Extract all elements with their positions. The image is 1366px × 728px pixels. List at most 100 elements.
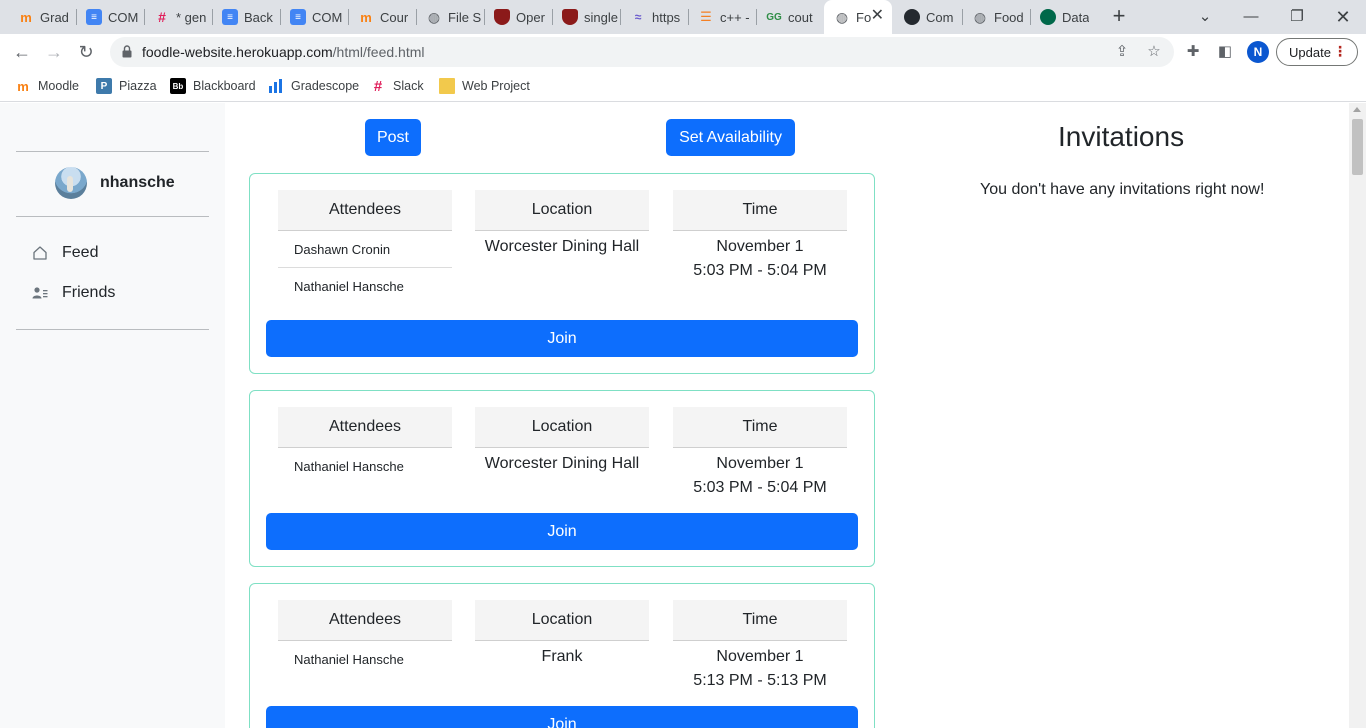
browser-tab[interactable]: ≡ Back: [212, 0, 278, 34]
sidebar: nhansche Feed Friends: [0, 103, 225, 728]
house-icon: [33, 246, 47, 260]
meal-card: Attendees Nathaniel Hansche Location Fra…: [249, 583, 875, 728]
attendees-column: Attendees Nathaniel Hansche: [278, 407, 452, 485]
attendees-column: Attendees Dashawn Cronin Nathaniel Hansc…: [278, 190, 452, 305]
tab-strip: m Grad ≡ COM # * gen ≡ Back ≡ COM m Cour…: [0, 0, 1366, 34]
meal-date: November 1: [716, 455, 804, 472]
globe-icon: ◍: [973, 8, 987, 25]
meal-card: Attendees Nathaniel Hansche Location Wor…: [249, 390, 875, 567]
avatar: [55, 167, 87, 199]
browser-toolbar: ← → ↻ foodle-website.herokuapp.com/html/…: [0, 34, 1366, 70]
bar-chart-icon: [269, 79, 282, 93]
divider: [16, 216, 209, 217]
browser-tab[interactable]: ≈ https: [620, 0, 686, 34]
meal-time-range: 5:03 PM - 5:04 PM: [693, 479, 827, 496]
location-value: Worcester Dining Hall: [484, 238, 640, 255]
sidebar-item-friends[interactable]: Friends: [32, 284, 115, 302]
browser-tab[interactable]: single: [552, 0, 618, 34]
join-button[interactable]: Join: [266, 320, 858, 357]
slack-icon: #: [158, 9, 166, 25]
attendee-name: Nathaniel Hansche: [294, 652, 404, 667]
browser-tab[interactable]: Oper: [484, 0, 550, 34]
blackboard-icon: Bb: [170, 78, 186, 94]
meal-date: November 1: [716, 238, 804, 255]
new-tab-button[interactable]: +: [1108, 5, 1130, 28]
browser-tab[interactable]: GG cout: [756, 0, 822, 34]
tab-search-icon[interactable]: ⌄: [1194, 6, 1216, 28]
minimize-button[interactable]: —: [1240, 6, 1262, 28]
moodle-icon: m: [360, 9, 372, 25]
meal-time-range: 5:03 PM - 5:04 PM: [693, 262, 827, 279]
shield-icon: [494, 9, 510, 25]
reload-icon[interactable]: ↻: [74, 40, 98, 64]
shield-icon: [562, 9, 578, 25]
globe-icon: ◍: [427, 8, 441, 25]
location-value: Worcester Dining Hall: [484, 455, 640, 472]
people-icon: [32, 287, 48, 299]
browser-tab[interactable]: # * gen: [144, 0, 212, 34]
time-column: Time November 1 5:03 PM - 5:04 PM: [673, 190, 847, 283]
page-viewport: nhansche Feed Friends Post Set Availabil…: [0, 103, 1366, 728]
join-button[interactable]: Join: [266, 513, 858, 550]
location-column: Location Frank: [475, 600, 649, 669]
user-profile[interactable]: nhansche: [55, 167, 175, 199]
docs-icon: ≡: [290, 9, 306, 25]
restore-button[interactable]: ❐: [1286, 6, 1308, 28]
globe-icon: ◍: [835, 8, 849, 25]
browser-tab-active[interactable]: ◍ Fo ✕: [824, 0, 892, 34]
profile-avatar[interactable]: N: [1247, 41, 1269, 63]
browser-tab[interactable]: ☰ c++ -: [688, 0, 754, 34]
forward-arrow-icon[interactable]: →: [42, 40, 66, 64]
attendees-column: Attendees Nathaniel Hansche: [278, 600, 452, 678]
scroll-up-icon[interactable]: [1353, 107, 1361, 112]
address-bar[interactable]: foodle-website.herokuapp.com/html/feed.h…: [110, 37, 1174, 67]
attendee-name: Nathaniel Hansche: [294, 279, 404, 294]
divider: [16, 151, 209, 152]
sidebar-item-feed[interactable]: Feed: [32, 244, 98, 262]
star-icon[interactable]: ☆: [1145, 43, 1163, 61]
time-value: November 1 5:03 PM - 5:04 PM: [673, 231, 847, 283]
bookmark-web-project[interactable]: Web Project: [439, 76, 530, 96]
browser-tab[interactable]: ◍ Food: [962, 0, 1028, 34]
browser-tab[interactable]: m Cour: [348, 0, 414, 34]
close-window-button[interactable]: ✕: [1332, 6, 1354, 28]
docs-icon: ≡: [86, 9, 102, 25]
attendee-name: Dashawn Cronin: [278, 231, 452, 268]
bookmark-blackboard[interactable]: Bb Blackboard: [170, 76, 256, 96]
browser-tab[interactable]: Data: [1030, 0, 1096, 34]
location-header: Location: [475, 407, 649, 448]
bookmark-moodle[interactable]: m Moodle: [15, 76, 79, 96]
back-arrow-icon[interactable]: ←: [10, 40, 34, 64]
bookmark-slack[interactable]: # Slack: [370, 76, 424, 96]
share-icon[interactable]: ⇪: [1113, 43, 1131, 61]
stack-icon: ☰: [700, 9, 712, 24]
slack-icon: #: [373, 77, 383, 95]
github-icon: [904, 9, 920, 25]
geeks-icon: GG: [766, 11, 782, 23]
scrollbar-thumb[interactable]: [1352, 119, 1363, 175]
time-value: November 1 5:03 PM - 5:04 PM: [673, 448, 847, 500]
divider: [16, 329, 209, 330]
update-button[interactable]: Update ⋮: [1276, 38, 1358, 66]
location-header: Location: [475, 600, 649, 641]
time-column: Time November 1 5:03 PM - 5:04 PM: [673, 407, 847, 500]
attendees-header: Attendees: [278, 407, 452, 448]
browser-tab[interactable]: ◍ File S: [416, 0, 482, 34]
browser-tab[interactable]: ≡ COM: [76, 0, 142, 34]
location-header: Location: [475, 190, 649, 231]
browser-tab[interactable]: Com: [894, 0, 960, 34]
moodle-icon: m: [17, 78, 29, 94]
post-button[interactable]: Post: [365, 119, 421, 156]
invitations-title: Invitations: [1058, 121, 1185, 152]
close-tab-icon[interactable]: ✕: [871, 8, 884, 24]
bookmark-gradescope[interactable]: Gradescope: [268, 76, 359, 96]
set-availability-button[interactable]: Set Availability: [666, 119, 795, 156]
bookmark-piazza[interactable]: P Piazza: [96, 76, 157, 96]
join-button[interactable]: Join: [266, 706, 858, 728]
side-panel-icon[interactable]: ◧: [1215, 42, 1235, 62]
browser-tab[interactable]: ≡ COM: [280, 0, 346, 34]
scrollbar[interactable]: [1349, 103, 1366, 728]
wave-icon: ≈: [634, 10, 642, 24]
browser-tab[interactable]: m Grad: [8, 0, 70, 34]
extensions-icon[interactable]: ✚: [1183, 42, 1203, 62]
